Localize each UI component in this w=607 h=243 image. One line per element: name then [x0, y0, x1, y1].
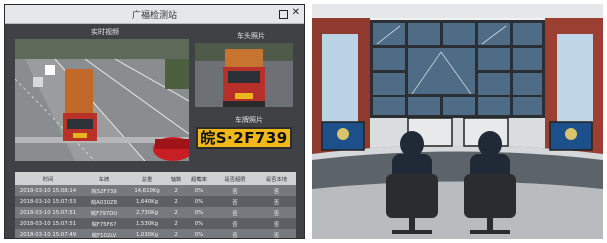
cell-time: 2018-03-10 15:08:14: [19, 187, 77, 194]
inspection-app-window: 广福检测站 ✕ 实时视频 车头照片 车牌照片 皖S·2F739 时间 车牌 总重…: [4, 4, 305, 239]
table-row[interactable]: 2018-03-10 15:07:49 皖F102LV 1,030Kg 2 0%…: [15, 229, 296, 239]
cell-time: 2018-03-10 15:07:49: [19, 231, 77, 238]
cell-time: 2018-03-10 15:07:53: [19, 198, 77, 205]
vehicle-front-photo: [195, 43, 293, 107]
table-row[interactable]: 2018-03-10 15:07:51 皖F797DU 2,730Kg 2 0%…: [15, 207, 296, 218]
table-row[interactable]: 2018-03-10 15:08:14 皖S2F739 14,610Kg 2 0…: [15, 185, 296, 196]
cell-weight: 2,730Kg: [136, 209, 158, 216]
control-room-photo: [312, 4, 603, 239]
header-axles: 轴数: [170, 176, 182, 183]
cell-weight: 1,640Kg: [136, 198, 158, 205]
control-room-image: [312, 4, 603, 239]
cell-weight: 1,530Kg: [136, 220, 158, 227]
cell-plate: 皖S2F739: [91, 188, 117, 195]
table-header: 时间 车牌 总重 轴数 超载率 是否超限 是否本地: [15, 172, 296, 185]
cell-over-limit: 否: [232, 188, 238, 195]
restore-icon[interactable]: [279, 10, 288, 19]
header-over-limit: 是否超限: [224, 176, 246, 183]
close-icon[interactable]: ✕: [292, 7, 300, 19]
plate-photo-label: 车牌照片: [235, 116, 263, 124]
cell-weight: 1,030Kg: [136, 231, 158, 238]
cell-plate: 皖A030Z8: [90, 199, 118, 206]
cell-local: 否: [273, 199, 280, 206]
cell-axles: 2: [174, 220, 178, 227]
records-table: 时间 车牌 总重 轴数 超载率 是否超限 是否本地 2018-03-10 15:…: [15, 172, 296, 239]
cell-axles: 2: [174, 198, 178, 205]
live-video-label: 实时视频: [91, 28, 119, 36]
cell-plate: 皖F75F67: [91, 221, 117, 228]
cell-over-limit: 否: [232, 210, 238, 217]
cell-over-limit: 否: [232, 221, 238, 228]
title-bar: 广福检测站 ✕: [5, 5, 304, 24]
live-video-feed: [15, 39, 189, 161]
header-overload-rate: 超载率: [191, 176, 207, 183]
cell-local: 否: [273, 210, 280, 217]
table-row[interactable]: 2018-03-10 15:07:51 皖F75F67 1,530Kg 2 0%…: [15, 218, 296, 229]
cell-time: 2018-03-10 15:07:51: [19, 220, 77, 227]
cell-plate: 皖F102LV: [91, 232, 117, 239]
header-plate: 车牌: [98, 176, 110, 183]
cell-local: 否: [273, 188, 280, 195]
cell-axles: 2: [174, 231, 178, 238]
plate-number-display: 皖S·2F739: [196, 127, 292, 149]
live-video-image: [15, 39, 189, 161]
cell-axles: 2: [174, 209, 178, 216]
cell-plate: 皖F797DU: [90, 210, 118, 217]
table-row[interactable]: 2018-03-10 15:07:53 皖A030Z8 1,640Kg 2 0%…: [15, 196, 296, 207]
cell-local: 否: [273, 232, 280, 239]
cell-overload-rate: 0%: [194, 209, 204, 216]
header-local: 是否本地: [265, 176, 288, 183]
cell-overload-rate: 0%: [194, 220, 204, 227]
cell-overload-rate: 0%: [194, 231, 204, 238]
cell-over-limit: 否: [232, 232, 238, 239]
cell-axles: 2: [174, 187, 178, 194]
cell-weight: 14,610Kg: [134, 187, 160, 194]
cell-time: 2018-03-10 15:07:51: [19, 209, 77, 216]
cell-overload-rate: 0%: [194, 187, 204, 194]
vehicle-front-image: [195, 43, 293, 107]
header-time: 时间: [42, 176, 54, 183]
header-weight: 总重: [141, 176, 153, 183]
cell-overload-rate: 0%: [194, 198, 204, 205]
vehicle-front-photo-label: 车头照片: [237, 32, 265, 40]
cell-local: 否: [273, 221, 280, 228]
cell-over-limit: 否: [232, 199, 238, 206]
window-title: 广福检测站: [131, 11, 177, 21]
